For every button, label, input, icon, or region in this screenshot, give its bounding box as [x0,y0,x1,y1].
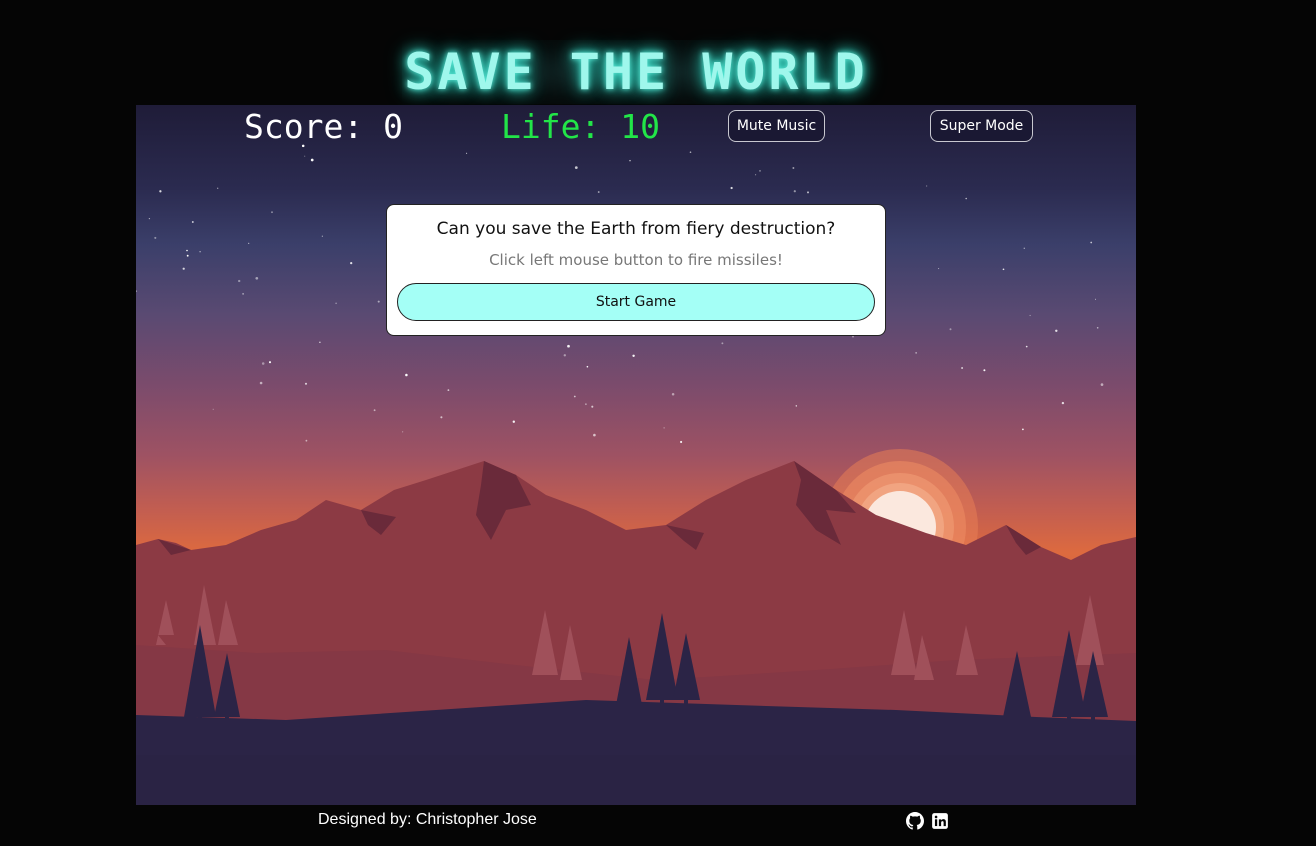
star [377,300,380,303]
star [574,166,578,169]
dialog-instructions: Click left mouse button to fire missiles… [489,251,783,269]
star [268,361,272,364]
star [593,433,596,437]
star [310,158,314,162]
star [1023,247,1026,250]
star [186,249,188,252]
star [983,369,986,372]
star [597,191,600,193]
star [242,293,244,295]
star [563,354,566,357]
star [1090,241,1093,244]
star [793,190,796,193]
star [304,382,308,385]
star [586,365,589,368]
star [199,250,201,253]
star [217,187,219,189]
star [680,440,683,444]
star [730,186,733,190]
star [304,155,306,157]
star [1002,268,1005,271]
star [915,352,917,354]
mute-music-button[interactable]: Mute Music [728,110,825,142]
github-icon[interactable] [906,812,924,830]
star [585,403,587,406]
star [405,373,408,377]
star [191,221,194,223]
dialog-question: Can you save the Earth from fiery destru… [436,219,836,239]
star [154,236,157,239]
star [255,276,259,280]
star [852,336,854,338]
star [321,235,323,237]
star [148,217,151,220]
title-banner: SAVE THE WORLD [402,40,870,104]
star [629,159,631,162]
star [792,167,795,169]
star [447,389,450,392]
star [1025,345,1028,348]
star [182,267,185,270]
footer-credit: Designed by: Christopher Jose [318,811,537,828]
star [759,170,761,172]
star [1055,329,1058,333]
star [271,211,273,214]
star [159,190,162,193]
ground-base [136,755,1136,805]
star [1100,383,1104,386]
star [261,362,265,365]
start-dialog: Can you save the Earth from fiery destru… [386,204,886,336]
star [1061,401,1065,405]
star [567,344,570,348]
star [466,152,468,154]
star [248,242,250,244]
star [689,151,692,153]
super-mode-button[interactable]: Super Mode [930,110,1033,142]
star [350,261,353,265]
star [671,392,675,396]
star [335,302,337,305]
star [965,197,968,200]
score-display: Score: 0 [244,107,403,146]
star [573,395,576,398]
star [238,279,241,283]
game-canvas[interactable]: Score: 0 Life: 10 Mute Music Super Mode … [136,105,1136,805]
star [1096,327,1099,329]
star [925,185,928,187]
star [949,328,952,331]
star [632,354,635,358]
star [1094,298,1097,300]
star [512,420,515,423]
star [795,405,798,407]
star [305,439,308,442]
star [402,431,404,433]
star [1022,428,1024,431]
start-game-button[interactable]: Start Game [397,283,875,321]
star [212,408,214,410]
star [755,174,757,176]
star [319,341,321,344]
star [259,381,263,385]
star [1029,314,1031,317]
star [186,254,189,257]
star [663,427,665,429]
star [440,416,443,419]
star [591,405,594,408]
star [136,290,138,293]
star [938,268,940,270]
life-display: Life: 10 [501,107,660,146]
star [807,191,809,194]
star [373,409,376,412]
game-title: SAVE THE WORLD [404,43,868,101]
star [961,367,964,369]
linkedin-icon[interactable] [931,812,949,830]
star [721,342,724,345]
